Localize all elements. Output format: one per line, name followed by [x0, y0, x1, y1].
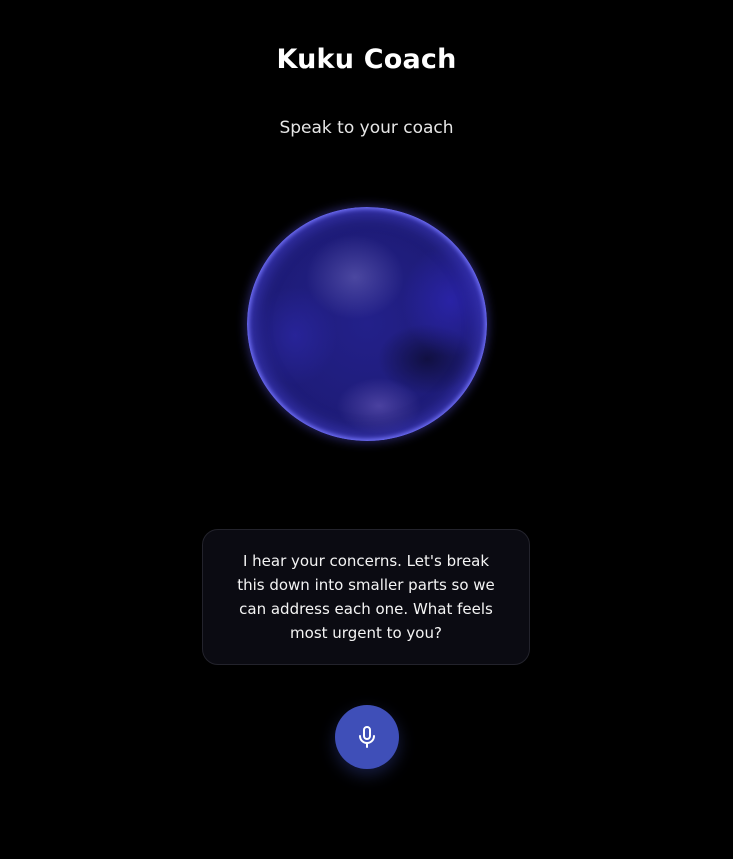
microphone-button[interactable] [335, 705, 399, 769]
voice-orb [247, 207, 487, 441]
page-title: Kuku Coach [276, 44, 457, 75]
voice-orb-container [247, 207, 487, 441]
coach-page: Kuku Coach Speak to your coach I hear yo… [0, 0, 733, 859]
page-subtitle: Speak to your coach [279, 118, 454, 138]
microphone-icon [355, 725, 379, 749]
coach-message-card: I hear your concerns. Let's break this d… [202, 529, 530, 665]
coach-message-text: I hear your concerns. Let's break this d… [237, 552, 495, 642]
